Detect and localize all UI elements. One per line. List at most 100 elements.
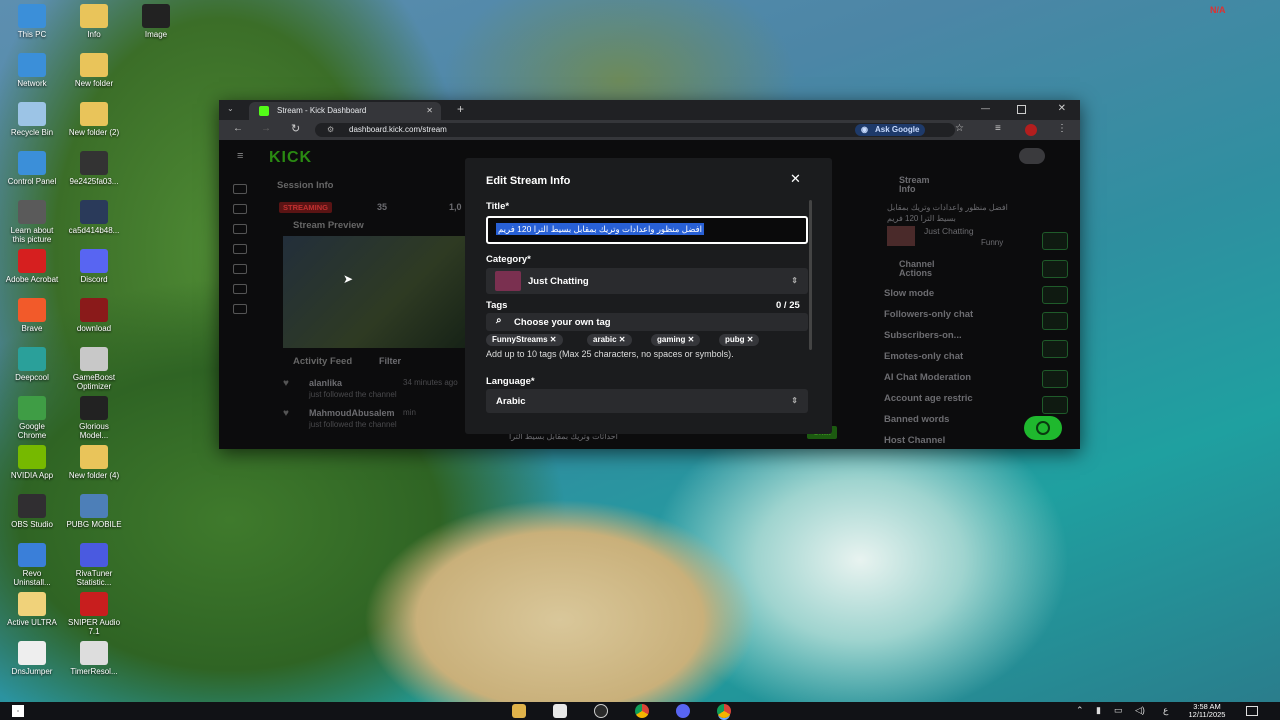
desktop-icon[interactable]: Info xyxy=(66,4,122,39)
kick-logo[interactable]: KICK xyxy=(269,149,312,167)
forward-icon[interactable]: → xyxy=(261,123,271,134)
media-control-icon[interactable]: ≡ xyxy=(995,123,1001,134)
support-button[interactable] xyxy=(1024,416,1062,440)
rail-button-2[interactable] xyxy=(1042,260,1068,278)
volume-icon[interactable]: ◁) xyxy=(1135,705,1145,716)
obs-taskbar-icon[interactable] xyxy=(594,704,608,718)
site-info-icon[interactable]: ⚙ xyxy=(327,123,334,137)
rail-button-7[interactable] xyxy=(1042,396,1068,414)
discord-taskbar-icon[interactable] xyxy=(676,704,690,718)
desktop-icon[interactable]: RivaTuner Statistic... xyxy=(66,543,122,587)
desktop-icon[interactable]: Network xyxy=(4,53,60,88)
menu-kebab-icon[interactable]: ⋮ xyxy=(1057,123,1067,134)
rail-shield-icon[interactable] xyxy=(233,264,247,274)
channel-action-item[interactable]: Account age restric xyxy=(884,393,973,404)
desktop-icon[interactable]: Google Chrome xyxy=(4,396,60,440)
category-select[interactable]: Just Chatting ⇕ xyxy=(486,268,808,294)
file-explorer-icon[interactable] xyxy=(512,704,526,718)
rail-settings-icon[interactable] xyxy=(233,304,247,314)
desktop-icon[interactable]: Discord xyxy=(66,249,122,284)
desktop-icon[interactable]: TimerResol... xyxy=(66,641,122,676)
rail-button-4[interactable] xyxy=(1042,312,1068,330)
desktop-icon[interactable]: DnsJumper xyxy=(4,641,60,676)
calendar-app-icon[interactable] xyxy=(553,704,567,718)
ask-google-button[interactable]: ◉ Ask Google xyxy=(855,124,926,136)
remove-tag-icon[interactable]: ✕ xyxy=(548,335,557,344)
title-input[interactable]: افضل منظور واعدادات وتريك بمقابل بسيط ال… xyxy=(486,216,808,244)
notification-icon[interactable] xyxy=(1246,706,1258,716)
tags-search-input[interactable]: ⌕ Choose your own tag xyxy=(486,313,808,331)
desktop-icon[interactable]: Brave xyxy=(4,298,60,333)
bookmark-star-icon[interactable]: ☆ xyxy=(955,123,964,134)
channel-action-item[interactable]: Subscribers-on... xyxy=(884,330,962,341)
channel-action-item[interactable]: Host Channel xyxy=(884,435,945,446)
channel-action-item[interactable]: Slow mode xyxy=(884,288,934,299)
rail-upload-icon[interactable] xyxy=(233,244,247,254)
profile-avatar[interactable] xyxy=(1025,124,1037,136)
modal-close-icon[interactable]: ✕ xyxy=(790,171,801,187)
back-icon[interactable]: ← xyxy=(233,123,243,134)
desktop-icon[interactable]: Active ULTRA xyxy=(4,592,60,627)
network-icon[interactable]: ▭ xyxy=(1114,705,1123,716)
tag-chip[interactable]: arabic ✕ xyxy=(587,334,632,346)
tab-search-icon[interactable]: ⌄ xyxy=(227,104,241,116)
desktop-icon[interactable]: OBS Studio xyxy=(4,494,60,529)
close-window-icon[interactable]: ✕ xyxy=(1058,103,1066,114)
desktop-icon[interactable]: Glorious Model... xyxy=(66,396,122,440)
channel-action-item[interactable]: Emotes-only chat xyxy=(884,351,963,362)
clock[interactable]: 3:58 AM 12/11/2025 xyxy=(1187,703,1227,719)
usb-icon[interactable]: ▮ xyxy=(1096,705,1101,716)
desktop-icon[interactable]: 9e2425fa03... xyxy=(66,151,122,186)
remove-tag-icon[interactable]: ✕ xyxy=(617,335,626,344)
rail-users-icon[interactable] xyxy=(233,284,247,294)
desktop-icon[interactable]: Adobe Acrobat xyxy=(4,249,60,284)
remove-tag-icon[interactable]: ✕ xyxy=(685,335,695,344)
desktop-icon[interactable]: New folder (4) xyxy=(66,445,122,480)
new-tab-icon[interactable]: + xyxy=(457,102,464,116)
tag-chip[interactable]: FunnyStreams ✕ xyxy=(486,334,563,346)
tab-kick-dashboard[interactable]: Stream - Kick Dashboard ✕ xyxy=(249,102,441,120)
desktop-icon[interactable]: Control Panel xyxy=(4,151,60,186)
rail-button-3[interactable] xyxy=(1042,286,1068,304)
reload-icon[interactable]: ↻ xyxy=(291,122,300,135)
tag-chip[interactable]: pubg ✕ xyxy=(719,334,760,346)
activity-feed-item[interactable]: ♥ MahmoudAbusalem min just followed the cha… xyxy=(283,406,483,434)
close-tab-icon[interactable]: ✕ xyxy=(426,102,433,120)
stream-preview-video[interactable] xyxy=(283,236,465,348)
activity-filter-button[interactable]: Filter xyxy=(379,356,401,366)
desktop-icon[interactable]: SNIPER Audio 7.1 xyxy=(66,592,122,636)
desktop-icon[interactable]: Deepcool xyxy=(4,347,60,382)
rail-stream-icon[interactable] xyxy=(233,184,247,194)
channel-action-item[interactable]: Followers-only chat xyxy=(884,309,973,320)
tray-chevron-icon[interactable]: ⌃ xyxy=(1076,705,1084,716)
desktop-icon[interactable]: Learn about this picture xyxy=(4,200,60,244)
chrome-taskbar-icon[interactable] xyxy=(635,704,649,718)
maximize-icon[interactable] xyxy=(1017,105,1026,114)
chrome-active-taskbar-icon[interactable] xyxy=(717,704,731,718)
channel-action-item[interactable]: Banned words xyxy=(884,414,949,425)
desktop-icon[interactable]: New folder (2) xyxy=(66,102,122,137)
user-avatar[interactable] xyxy=(1019,148,1045,164)
rail-button-6[interactable] xyxy=(1042,370,1068,388)
desktop-icon[interactable]: PUBG MOBILE xyxy=(66,494,122,529)
desktop-icon[interactable]: GameBoost Optimizer xyxy=(66,347,122,391)
input-language[interactable]: ع xyxy=(1163,705,1168,716)
desktop-icon[interactable]: This PC xyxy=(4,4,60,39)
desktop-icon[interactable]: Image xyxy=(128,4,184,39)
rail-calendar-icon[interactable] xyxy=(233,204,247,214)
minimize-icon[interactable]: — xyxy=(981,103,990,113)
start-windows-icon[interactable] xyxy=(12,705,24,717)
language-select[interactable]: Arabic ⇕ xyxy=(486,389,808,413)
rail-button-1[interactable] xyxy=(1042,232,1068,250)
rail-button-5[interactable] xyxy=(1042,340,1068,358)
hamburger-menu-icon[interactable]: ≡ xyxy=(237,150,243,162)
channel-action-item[interactable]: AI Chat Moderation xyxy=(884,372,971,383)
desktop-icon[interactable]: download xyxy=(66,298,122,333)
activity-feed-item[interactable]: ♥ alanlika 34 minutes ago just followed the… xyxy=(283,376,483,404)
desktop-icon[interactable]: Recycle Bin xyxy=(4,102,60,137)
modal-scrollbar[interactable] xyxy=(809,200,812,350)
tag-chip[interactable]: gaming ✕ xyxy=(651,334,701,346)
remove-tag-icon[interactable]: ✕ xyxy=(745,335,754,344)
desktop-icon[interactable]: NVIDIA App xyxy=(4,445,60,480)
desktop-icon[interactable]: ca5d414b48... xyxy=(66,200,122,235)
